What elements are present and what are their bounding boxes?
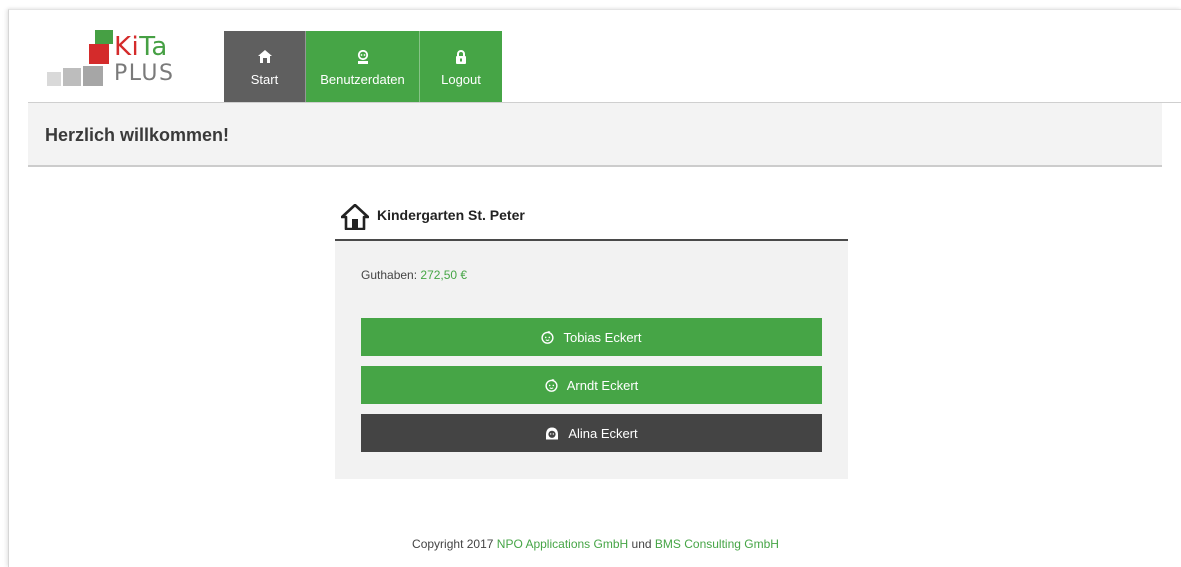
nav-logout-label: Logout	[441, 71, 481, 87]
footer-conjunction: und	[631, 537, 652, 551]
baby-icon	[541, 330, 555, 344]
copyright-text: Copyright 2017	[412, 537, 494, 551]
logo-square	[63, 68, 81, 86]
kindergarten-card: Guthaben: 272,50 € Tobias Eckert Arndt E…	[335, 241, 848, 479]
logo-square	[47, 72, 61, 86]
kindergarten-header: Kindergarten St. Peter	[335, 200, 848, 241]
kindergarten-name: Kindergarten St. Peter	[377, 207, 525, 223]
baby-icon	[545, 378, 558, 392]
npo-applications-link[interactable]: NPO Applications GmbH	[497, 537, 628, 551]
lock-icon	[455, 48, 467, 66]
nav-benutzerdaten[interactable]: Benutzerdaten	[306, 31, 420, 103]
nav-benutzerdaten-label: Benutzerdaten	[320, 71, 405, 87]
logo-square	[83, 66, 103, 86]
child-button-tobias[interactable]: Tobias Eckert	[361, 318, 822, 356]
app-window: KiTa PLUS Start Benutzerdaten Logout Her…	[8, 9, 1181, 567]
user-icon	[357, 48, 369, 66]
child-name: Alina Eckert	[568, 425, 638, 441]
child-name: Arndt Eckert	[566, 377, 639, 393]
logo-text-kita: KiTa	[114, 32, 168, 62]
child-button-arndt[interactable]: Arndt Eckert	[361, 366, 822, 404]
footer: Copyright 2017 NPO Applications GmbH und…	[9, 537, 1181, 551]
main-nav: Start Benutzerdaten Logout	[224, 31, 502, 103]
page-title: Herzlich willkommen!	[45, 125, 230, 145]
girl-icon	[545, 427, 559, 440]
balance-label: Guthaben:	[361, 268, 418, 282]
logo-square	[95, 30, 113, 44]
logo-square	[89, 44, 109, 64]
nav-start-label: Start	[250, 71, 279, 87]
kitaplus-logo[interactable]: KiTa PLUS	[47, 30, 187, 92]
nav-start[interactable]: Start	[224, 31, 306, 103]
balance-value: 272,50 €	[420, 268, 468, 282]
welcome-bar: Herzlich willkommen!	[28, 103, 1162, 167]
child-name: Tobias Eckert	[563, 329, 642, 345]
bms-consulting-link[interactable]: BMS Consulting GmbH	[655, 537, 779, 551]
nav-logout[interactable]: Logout	[420, 31, 502, 103]
house-icon	[340, 203, 370, 235]
home-icon	[257, 48, 272, 66]
logo-text-plus: PLUS	[114, 61, 175, 86]
child-button-alina[interactable]: Alina Eckert	[361, 414, 822, 452]
balance: Guthaben: 272,50 €	[361, 268, 467, 282]
